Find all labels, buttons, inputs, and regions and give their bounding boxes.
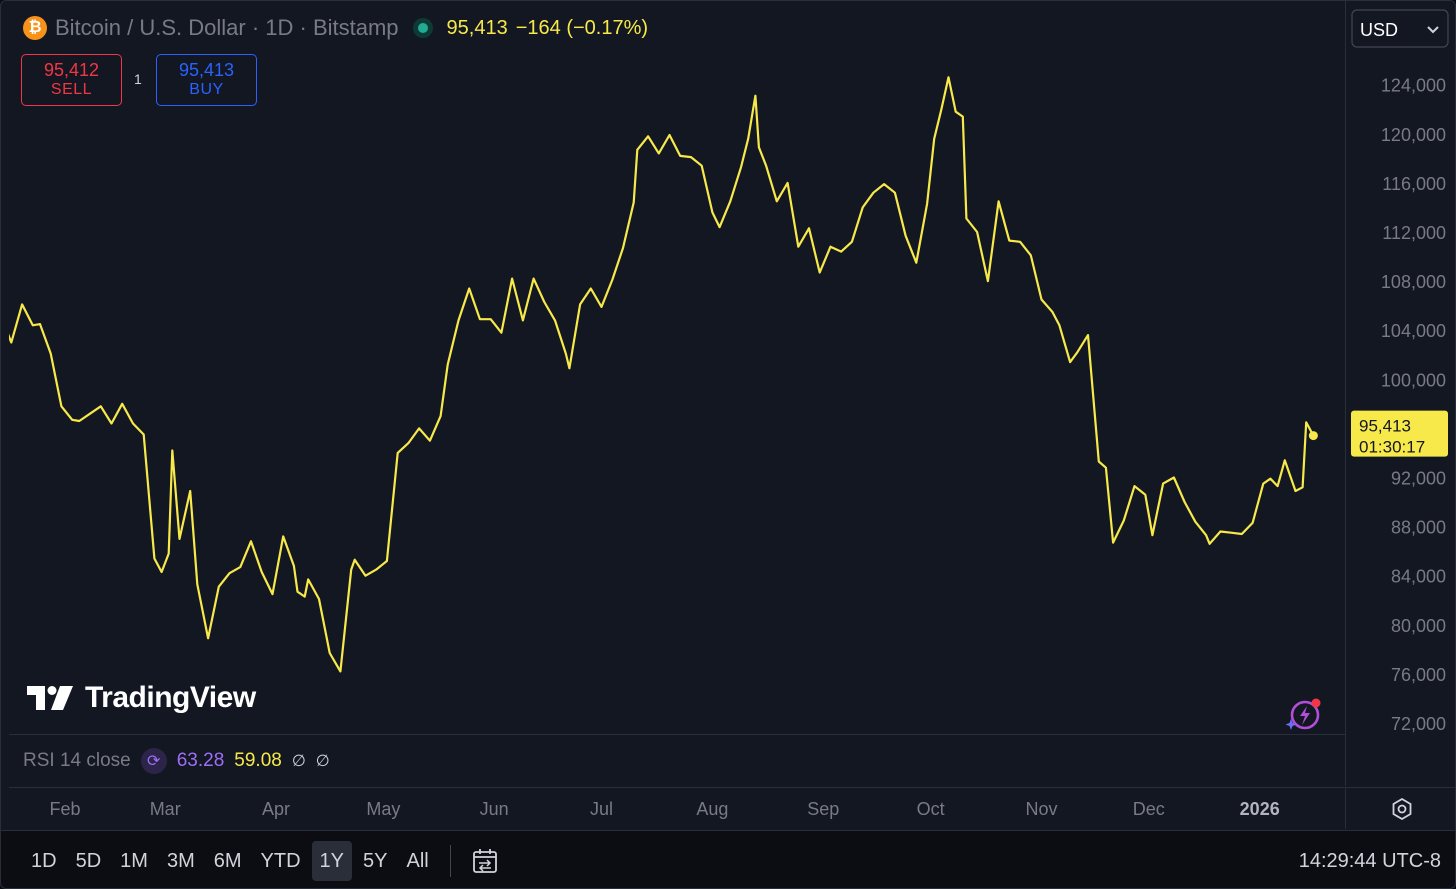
range-button-5d[interactable]: 5D (68, 841, 110, 881)
price-tick-layer: 72,000 76,000 80,000 84,000 88,000 92,000 100,… (1381, 76, 1446, 734)
spread-value: 1 (134, 71, 142, 87)
range-button-5y[interactable]: 5Y (355, 841, 395, 881)
calendar-icon (472, 848, 497, 873)
price-chart[interactable] (9, 1, 1345, 733)
price-tick-label: 116,000 (1382, 174, 1446, 194)
timezone-clock[interactable]: 14:29:44 UTC-8 (1299, 831, 1441, 888)
last-price-badge: 95,413 01:30:17 (1351, 410, 1448, 457)
price-tick-label: 104,000 (1381, 321, 1446, 341)
range-button-1m[interactable]: 1M (112, 841, 156, 881)
time-tick-label: 2026 (1240, 799, 1280, 819)
rsi-value: 63.28 (176, 749, 225, 771)
chart-window: 72,000 76,000 80,000 84,000 88,000 92,000 100,… (0, 0, 1456, 889)
currency-select[interactable]: USD (1351, 9, 1449, 48)
time-tick-label: Apr (262, 799, 290, 819)
time-tick-label: Jun (480, 799, 509, 819)
price-tick-label: 76,000 (1391, 665, 1446, 685)
tradingview-logo[interactable]: TradingView (25, 681, 256, 715)
price-change: −164 (−0.17%) (515, 16, 649, 39)
currency-select-value: USD (1360, 20, 1398, 40)
time-tick-label: Dec (1133, 799, 1165, 819)
price-tick-label: 84,000 (1391, 567, 1446, 587)
badge-price: 95,413 (1359, 417, 1411, 436)
price-tick-label: 124,000 (1381, 76, 1446, 96)
chart-settings-button[interactable] (1345, 787, 1455, 829)
time-tick-label: Oct (917, 799, 945, 819)
market-status-icon[interactable] (412, 18, 433, 38)
time-tick-layer: Feb Mar Apr May Jun Jul Aug Sep Oct Nov Dec 2026 (49, 799, 1279, 819)
range-button-all[interactable]: All (398, 841, 436, 881)
range-button-ytd[interactable]: YTD (253, 841, 309, 881)
rsi-refresh-icon[interactable]: ⟳ (140, 747, 167, 774)
time-tick-label: Sep (807, 799, 839, 819)
brand-name: TradingView (85, 681, 256, 714)
range-button-6m[interactable]: 6M (206, 841, 250, 881)
price-tick-label: 72,000 (1391, 714, 1446, 734)
buy-label: BUY (189, 81, 224, 98)
price-tick-label: 80,000 (1391, 616, 1446, 636)
sell-label: SELL (50, 81, 93, 98)
rsi-label[interactable]: RSI 14 close (23, 750, 131, 772)
range-selector: 1D 5D 1M 3M 6M YTD 1Y 5Y All (23, 840, 440, 881)
bitcoin-icon: ₿ (23, 16, 47, 40)
range-button-1d[interactable]: 1D (23, 841, 65, 881)
chart-legend: ₿ Bitcoin / U.S. Dollar · 1D · Bitstamp … (23, 15, 648, 41)
sell-button[interactable]: 95,412 SELL (21, 54, 122, 106)
range-button-1y[interactable]: 1Y (311, 840, 353, 881)
time-tick-label: Feb (49, 799, 80, 819)
go-to-date-button[interactable] (467, 843, 503, 879)
last-price: 95,413 (446, 16, 508, 39)
time-tick-label: Aug (696, 799, 728, 819)
toolbar-divider (449, 844, 451, 877)
price-tick-label: 120,000 (1381, 125, 1446, 145)
price-tick-label: 92,000 (1391, 469, 1446, 489)
time-tick-label: May (366, 799, 400, 819)
range-button-3m[interactable]: 3M (159, 841, 203, 881)
sell-price: 95,412 (43, 60, 100, 80)
bar-countdown: 01:30:17 (1359, 438, 1425, 457)
rsi-pane[interactable]: RSI 14 close ⟳ 63.28 59.08 ∅ ∅ (9, 734, 1345, 786)
price-axis[interactable]: 72,000 76,000 80,000 84,000 88,000 92,000 100,… (1345, 1, 1455, 786)
buy-button[interactable]: 95,413 BUY (156, 54, 257, 106)
time-axis[interactable]: Feb Mar Apr May Jun Jul Aug Sep Oct Nov Dec 2026 (9, 787, 1345, 829)
last-price-dot (1308, 431, 1318, 441)
time-tick-label: Nov (1025, 799, 1057, 819)
bottom-toolbar: 1D 5D 1M 3M 6M YTD 1Y 5Y All 14:29:44 UTC-8 (1, 830, 1455, 888)
series-layer (9, 76, 1318, 673)
tradingview-logo-icon (27, 686, 73, 710)
time-tick-label: Mar (150, 799, 181, 819)
price-tick-label: 88,000 (1391, 518, 1446, 538)
rsi-null-value: ∅ (315, 752, 330, 770)
symbol-title[interactable]: Bitcoin / U.S. Dollar · 1D · Bitstamp (55, 15, 399, 41)
chart-plot-area[interactable] (9, 1, 1345, 733)
price-series-line[interactable] (9, 76, 1315, 673)
price-tick-label: 112,000 (1382, 223, 1446, 243)
buy-price: 95,413 (178, 60, 235, 80)
price-tick-label: 108,000 (1381, 272, 1446, 292)
rsi-null-value: ∅ (291, 752, 306, 770)
ai-assistant-icon[interactable] (1283, 697, 1323, 733)
rsi-ma-value: 59.08 (234, 749, 282, 771)
time-tick-label: Jul (590, 799, 613, 819)
price-tick-label: 100,000 (1381, 370, 1446, 390)
settings-icon (1392, 797, 1411, 820)
